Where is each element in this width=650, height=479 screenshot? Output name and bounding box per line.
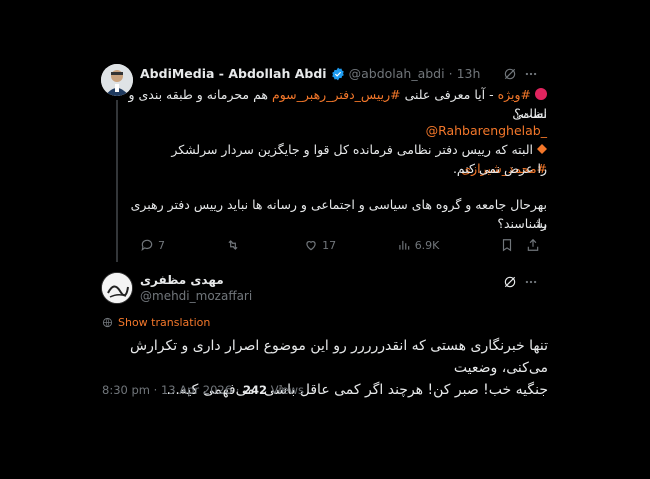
show-translation-label[interactable]: Show translation bbox=[118, 316, 210, 329]
thread-connector-line bbox=[116, 100, 118, 262]
hashtag-rais-daftar[interactable]: #رییس_دفتر_رهبر_سوم bbox=[272, 87, 401, 102]
orange-diamond-icon bbox=[537, 144, 547, 154]
retweet-icon bbox=[228, 240, 238, 250]
red-circle-icon bbox=[535, 88, 547, 100]
show-translation-link[interactable]: Show translation bbox=[102, 316, 210, 329]
more-icon-tweet2[interactable] bbox=[524, 274, 538, 293]
tweet2-sep2: · bbox=[235, 383, 240, 397]
views-count: 6.9K bbox=[414, 238, 440, 252]
like-button[interactable]: 17 bbox=[304, 238, 336, 252]
reply-button[interactable]: 7 bbox=[140, 238, 165, 252]
verified-badge-icon bbox=[331, 67, 344, 80]
tweet1-mention: @Rahbarenghelab_ bbox=[127, 121, 547, 140]
tweet2-date[interactable]: 13 Apr 2026 bbox=[161, 383, 232, 397]
tweet2-views-count: 242 bbox=[243, 383, 268, 397]
tweet2-time[interactable]: 8:30 pm bbox=[102, 383, 150, 397]
retweet-button[interactable] bbox=[226, 238, 244, 252]
tweet2-sep1: · bbox=[153, 383, 158, 397]
tweet2-handle[interactable]: @mehdi_mozaffari bbox=[140, 289, 252, 303]
tweet1-para2-text: البته که رییس دفتر نظامی فرمانده کل قوا … bbox=[171, 142, 534, 157]
views-button[interactable]: 6.9K bbox=[397, 238, 440, 252]
tweet2-views-label: Views bbox=[270, 383, 304, 397]
grok-icon-tweet2[interactable] bbox=[503, 274, 517, 293]
reply-icon bbox=[141, 239, 153, 252]
tweet1-time[interactable]: 13h bbox=[457, 66, 481, 81]
tweet1-display-name[interactable]: AbdiMedia - Abdollah Abdi bbox=[140, 66, 327, 81]
avatar-mehdi-mozaffari[interactable] bbox=[101, 272, 133, 304]
mention-rahbarenghelab[interactable]: @Rahbarenghelab_ bbox=[426, 123, 547, 138]
tweet1-handle[interactable]: @abdolah_abdi bbox=[349, 66, 445, 81]
like-count: 17 bbox=[322, 238, 337, 252]
tweet1-extra-actions bbox=[500, 238, 540, 252]
hashtag-vizhe[interactable]: #ویژه bbox=[498, 87, 531, 102]
tweet2-display-name[interactable]: مهدی مظفری bbox=[140, 273, 224, 287]
grok-icon[interactable] bbox=[503, 66, 517, 85]
tweet1-line1-text-a: - آیا معرفی علنی bbox=[400, 87, 498, 102]
tweet1-action-bar: 7 17 6.9K bbox=[140, 238, 540, 252]
tweet1-para2-line2: را عرض نمی کنم. bbox=[452, 161, 547, 176]
tweet2-meta: 8:30 pm · 13 Apr 2026 · 242 Views bbox=[102, 383, 304, 397]
tweet2-body-line1: تنها خبرنگاری هستی که انقدررررر رو این م… bbox=[130, 338, 548, 376]
tweet1-header: AbdiMedia - Abdollah Abdi @abdolah_abdi … bbox=[140, 66, 480, 81]
like-icon bbox=[306, 241, 316, 251]
more-icon[interactable] bbox=[524, 66, 538, 85]
tweet1-para3-line2: بشناسند؟ bbox=[497, 216, 547, 231]
reply-count: 7 bbox=[158, 238, 165, 252]
avatar-calligraphy-icon bbox=[102, 273, 132, 303]
share-icon[interactable] bbox=[526, 238, 540, 252]
globe-icon bbox=[102, 317, 113, 328]
tweet1-dot: · bbox=[448, 66, 453, 81]
views-icon bbox=[399, 240, 409, 250]
bookmark-icon[interactable] bbox=[500, 238, 514, 252]
